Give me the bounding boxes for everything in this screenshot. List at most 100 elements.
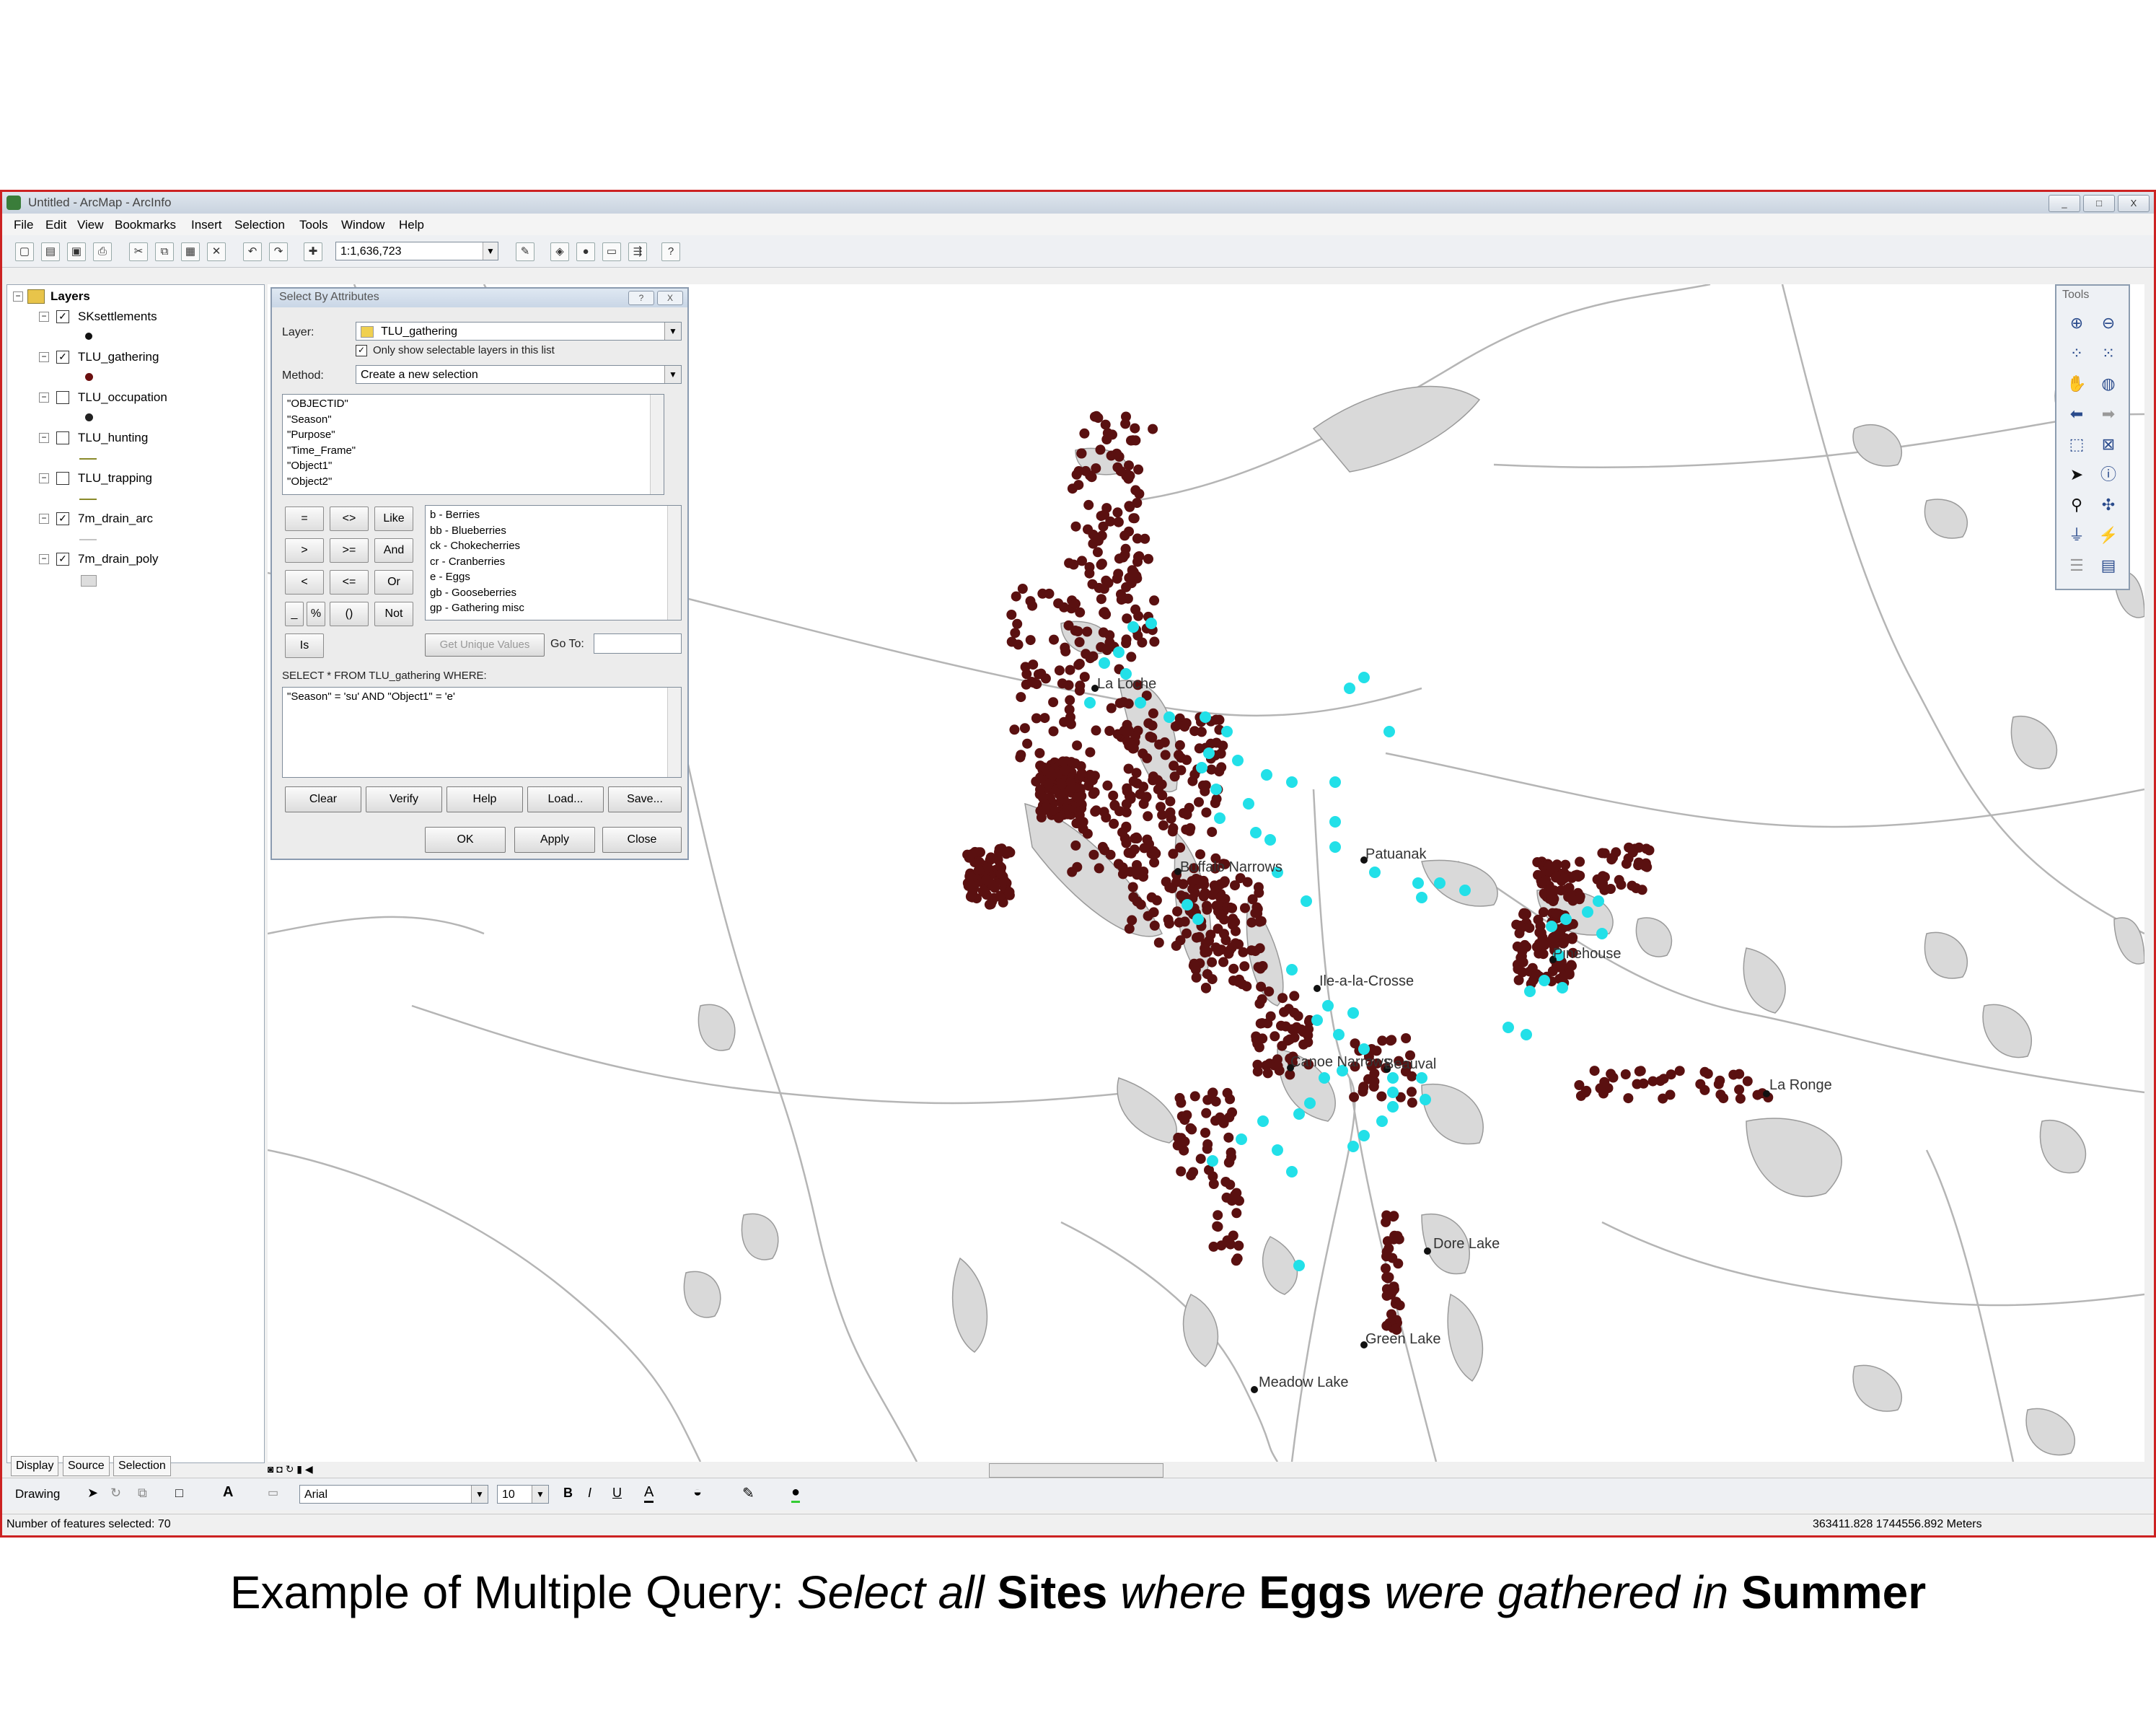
time-slider-icon[interactable]: ▤ [2097, 554, 2120, 577]
menu-tools[interactable]: Tools [299, 218, 328, 232]
menu-window[interactable]: Window [341, 218, 384, 232]
operator-not-button[interactable]: Not [374, 602, 413, 626]
paste-icon[interactable]: ▦ [181, 242, 200, 261]
toolbox-icon[interactable]: ● [576, 242, 595, 261]
html-popup-icon[interactable]: ☰ [2065, 554, 2088, 577]
cut-icon[interactable]: ✂ [129, 242, 148, 261]
tab-display[interactable]: Display [11, 1456, 59, 1476]
menu-insert[interactable]: Insert [191, 218, 222, 232]
drawing-menu[interactable]: Drawing [15, 1487, 60, 1501]
rectangle-icon[interactable]: □ [175, 1486, 183, 1501]
line-color-icon[interactable]: ✎ [742, 1484, 754, 1502]
collapse-icon[interactable]: − [39, 352, 49, 362]
collapse-icon[interactable]: − [39, 514, 49, 524]
tab-selection[interactable]: Selection [113, 1456, 171, 1476]
field-item[interactable]: "Time_Frame" [287, 443, 659, 459]
callout-icon[interactable]: ▭ [268, 1486, 278, 1500]
maximize-button[interactable]: □ [2083, 195, 2115, 212]
close-icon[interactable]: X [657, 291, 683, 305]
value-item[interactable]: gb - Gooseberries [430, 585, 677, 601]
operator-less-equal-button[interactable]: <= [330, 570, 369, 595]
operator-or-button[interactable]: Or [374, 570, 413, 595]
clear-selection-icon[interactable]: ⊠ [2097, 433, 2120, 456]
save-icon[interactable]: ▣ [67, 242, 86, 261]
verify-button[interactable]: Verify [366, 786, 442, 812]
chevron-down-icon[interactable]: ▼ [471, 1486, 488, 1503]
field-item[interactable]: "Object2" [287, 474, 659, 490]
measure-icon[interactable]: ⏚ [2065, 524, 2088, 547]
operator-greater-equal-button[interactable]: >= [330, 538, 369, 563]
value-item[interactable]: bb - Blueberries [430, 523, 677, 539]
bold-icon[interactable]: B [563, 1486, 573, 1501]
layer-checkbox[interactable] [56, 391, 69, 404]
menu-file[interactable]: File [14, 218, 33, 232]
operator-underscore-button[interactable]: _ [285, 602, 304, 626]
field-item[interactable]: "Object1" [287, 458, 659, 474]
italic-icon[interactable]: I [588, 1486, 591, 1501]
redo-icon[interactable]: ↷ [269, 242, 288, 261]
menu-view[interactable]: View [77, 218, 104, 232]
tab-source[interactable]: Source [63, 1456, 110, 1476]
collapse-icon[interactable]: − [39, 554, 49, 564]
value-item[interactable]: e - Eggs [430, 569, 677, 585]
add-data-icon[interactable]: ✚ [304, 242, 322, 261]
operator-and-button[interactable]: And [374, 538, 413, 563]
delete-icon[interactable]: ✕ [207, 242, 226, 261]
data-view-icon[interactable]: ◙ ◘ ↻ ▮ ◀ [268, 1463, 313, 1475]
field-item[interactable]: "Purpose" [287, 427, 659, 443]
get-unique-values-button[interactable]: Get Unique Values [425, 633, 545, 657]
close-dialog-button[interactable]: Close [602, 827, 682, 853]
unique-values-list[interactable]: b - Berries bb - Blueberries ck - Chokec… [425, 505, 682, 620]
value-item[interactable]: gp - Gathering misc [430, 600, 677, 616]
zoom-out-icon[interactable]: ⊖ [2097, 312, 2120, 335]
hyperlink-icon[interactable]: ⚡ [2097, 524, 2120, 547]
editor-icon[interactable]: ✎ [516, 242, 534, 261]
font-size-select[interactable]: 10 ▼ [497, 1485, 549, 1504]
minimize-button[interactable]: _ [2049, 195, 2080, 212]
marker-color-icon[interactable]: ● [791, 1484, 801, 1503]
layer-checkbox[interactable]: ✓ [56, 310, 69, 323]
map-scale-combo[interactable]: 1:1,636,723 ▼ [335, 242, 498, 260]
operator-not-equal-button[interactable]: <> [330, 506, 369, 531]
expand-icon[interactable]: − [39, 433, 49, 443]
font-color-icon[interactable]: A [644, 1484, 654, 1503]
field-item[interactable]: "Season" [287, 412, 659, 428]
select-arrow-icon[interactable]: ➤ [87, 1486, 98, 1501]
chevron-down-icon[interactable]: ▼ [532, 1486, 548, 1503]
apply-button[interactable]: Apply [514, 827, 595, 853]
map-horizontal-scrollbar[interactable] [989, 1463, 1163, 1478]
full-extent-icon[interactable]: ◍ [2097, 372, 2120, 395]
layer-checkbox[interactable]: ✓ [56, 553, 69, 566]
fixed-zoom-in-icon[interactable]: ⁘ [2065, 342, 2088, 365]
select-elements-icon[interactable]: ➤ [2065, 463, 2088, 486]
undo-icon[interactable]: ↶ [243, 242, 262, 261]
value-item[interactable]: b - Berries [430, 507, 677, 523]
operator-equals-button[interactable]: = [285, 506, 324, 531]
help-button[interactable]: Help [446, 786, 523, 812]
menu-help[interactable]: Help [399, 218, 424, 232]
operator-parentheses-button[interactable]: () [330, 602, 369, 626]
pan-icon[interactable]: ✋ [2065, 372, 2088, 395]
operator-percent-button[interactable]: % [307, 602, 325, 626]
open-folder-icon[interactable]: ▤ [41, 242, 60, 261]
collapse-icon[interactable]: − [39, 312, 49, 322]
layer-checkbox[interactable]: ✓ [56, 512, 69, 525]
text-tool-icon[interactable]: A [223, 1484, 233, 1501]
only-selectable-checkbox[interactable]: ✓ [356, 345, 367, 356]
chevron-down-icon[interactable]: ▼ [483, 242, 498, 260]
fixed-zoom-out-icon[interactable]: ⁙ [2097, 342, 2120, 365]
go-to-input[interactable] [594, 633, 682, 654]
menu-selection[interactable]: Selection [234, 218, 285, 232]
underline-icon[interactable]: U [612, 1486, 622, 1501]
expression-scrollbar[interactable] [667, 688, 681, 777]
back-extent-icon[interactable]: ⬅ [2065, 403, 2088, 426]
menu-edit[interactable]: Edit [45, 218, 66, 232]
menu-bookmarks[interactable]: Bookmarks [115, 218, 176, 232]
expand-icon[interactable]: − [39, 473, 49, 483]
load-button[interactable]: Load... [527, 786, 604, 812]
rotate-icon[interactable]: ↻ [110, 1486, 121, 1501]
chevron-down-icon[interactable]: ▼ [664, 323, 681, 340]
zoom-in-icon[interactable]: ⊕ [2065, 312, 2088, 335]
model-builder-icon[interactable]: ⇶ [628, 242, 647, 261]
save-button[interactable]: Save... [608, 786, 682, 812]
